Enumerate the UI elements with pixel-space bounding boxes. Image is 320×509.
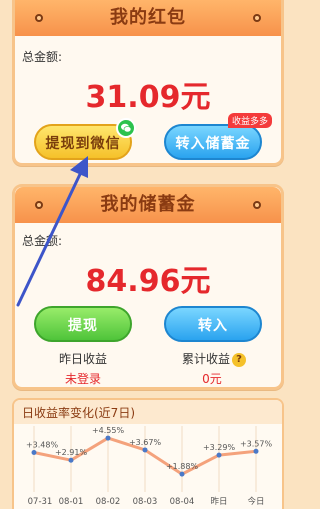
data-label: +3.48% [26,441,59,450]
withdraw-to-wechat-label: 提现到微信 [45,136,121,152]
savings-total-label: 总金额: [22,234,63,248]
data-label: +3.57% [240,439,273,448]
data-label: +3.29% [203,443,236,452]
data-point [68,457,74,463]
x-tick-label: 08-02 [96,497,121,507]
data-point [105,435,111,441]
header-dot-right [253,14,261,22]
savings-transfer-button[interactable]: 转入 [164,306,262,342]
wechat-glyph-icon [121,123,132,133]
x-tick-label: 08-03 [133,497,158,507]
data-point [216,452,222,458]
data-point [253,448,259,454]
transfer-to-savings-button[interactable]: 转入储蓄金 [164,124,262,160]
red-packet-amount: 31.09元 [85,80,211,115]
savings-withdraw-button[interactable]: 提现 [34,306,132,342]
savings-header: 我的储蓄金 [15,187,281,223]
data-point [31,450,37,456]
red-packet-header: 我的红包 [15,0,281,36]
yield-chart-card: 日收益率变化(近7日) +3.48% +2.91% +4.55% +3.67% +1.8… [12,398,284,509]
earnings-badge: 收益多多 [228,113,273,128]
savings-amount: 84.96元 [85,264,211,299]
data-label: +3.67% [129,438,162,447]
data-label: +2.91% [55,448,88,457]
header-dot-right [253,201,261,209]
header-dot-left [35,14,43,22]
cumulative-earnings-value: 0元 [202,372,222,386]
savings-withdraw-label: 提现 [68,318,98,334]
yesterday-earnings-label: 昨日收益 [58,352,107,366]
cumulative-earnings-label: 累计收益? [166,350,262,367]
data-label: +1.88% [166,462,199,471]
x-tick-label: 08-01 [59,497,84,507]
savings-title: 我的储蓄金 [100,194,196,215]
x-tick-label: 07-31 [28,497,53,507]
transfer-to-savings-label: 转入储蓄金 [175,136,251,152]
wechat-icon [116,118,136,138]
data-point [142,447,148,453]
chart-title: 日收益率变化(近7日) [22,406,135,420]
savings-transfer-label: 转入 [198,318,228,334]
x-tick-label: 今日 [247,496,264,507]
cumulative-earnings-text: 累计收益 [181,352,230,366]
data-label: +4.55% [92,426,125,435]
yield-line-chart: +3.48%+2.91% +4.55% +3.67% +1.88% +3.29% +3.5… [26,426,273,507]
header-dot-left [35,201,43,209]
red-packet-total-label: 总金额: [22,50,63,64]
x-tick-label: 08-04 [170,497,195,507]
yesterday-earnings-value: 未登录 [64,372,101,386]
help-icon[interactable]: ? [232,352,246,367]
red-packet-title: 我的红包 [110,7,186,28]
x-tick-label: 昨日 [210,496,227,507]
data-point [179,471,185,477]
